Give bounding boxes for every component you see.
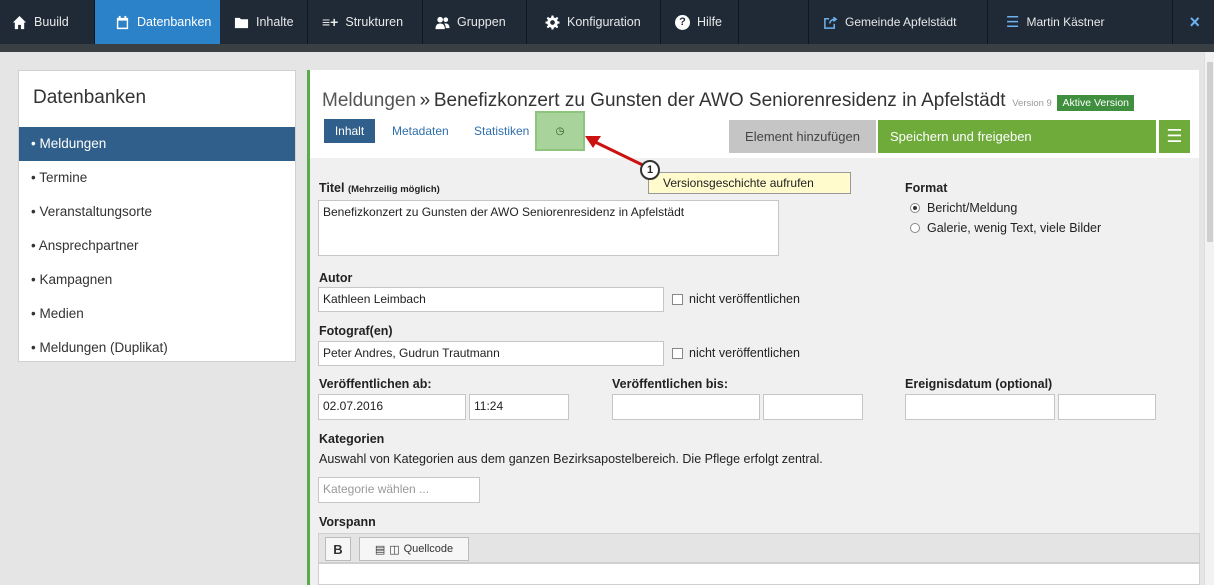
author-hide-checkbox[interactable]: nicht veröffentlichen (672, 292, 800, 306)
page-title: Meldungen » Benefizkonzert zu Gunsten de… (322, 90, 1135, 112)
sidebar-item-kampagnen[interactable]: • Kampagnen (19, 263, 295, 297)
sidebar-title: Datenbanken (33, 87, 147, 108)
menu-button[interactable]: ☰ (1158, 120, 1190, 153)
publish-to-time[interactable] (763, 394, 863, 420)
categories-description: Auswahl von Kategorien aus dem ganzen Be… (319, 452, 823, 466)
nav-hilfe[interactable]: ? Hilfe (661, 0, 739, 44)
publish-to-label: Veröffentlichen bis: (612, 377, 728, 391)
checkbox-icon (672, 293, 683, 305)
sidebar-item-veranstaltungsorte[interactable]: • Veranstaltungsorte (19, 195, 295, 229)
home-icon (12, 15, 27, 29)
main-panel: Meldungen » Benefizkonzert zu Gunsten de… (307, 70, 1199, 585)
nav-datenbanken[interactable]: Datenbanken (95, 0, 220, 44)
top-nav: Buuild Datenbanken Inhalte ≡+ Strukturen… (0, 0, 1214, 52)
lead-editor[interactable] (318, 563, 1200, 585)
format-option-bericht[interactable]: Bericht/Meldung (910, 201, 1017, 215)
format-label: Format (905, 181, 948, 195)
help-icon: ? (675, 14, 690, 30)
nav-buuild[interactable]: Buuild (0, 0, 95, 44)
tab-statistiken[interactable]: Statistiken (474, 124, 529, 138)
hamburger-icon: ☰ (1006, 14, 1020, 31)
checkbox-icon (672, 347, 683, 359)
author-input[interactable]: Kathleen Leimbach (318, 287, 664, 312)
users-icon (435, 16, 450, 29)
publish-from-label: Veröffentlichen ab: (319, 377, 432, 391)
sidebar-item-termine[interactable]: • Termine (19, 161, 295, 195)
code-icon: ◫ (389, 543, 400, 556)
event-date-input[interactable] (905, 394, 1055, 420)
sidebar-item-meldungen-duplikat[interactable]: • Meldungen (Duplikat) (19, 331, 295, 365)
categories-label: Kategorien (319, 432, 385, 446)
clock-icon: ◷ (555, 125, 565, 137)
radio-selected-icon (910, 203, 920, 213)
bold-button[interactable]: B (325, 537, 351, 561)
tab-inhalt[interactable]: Inhalt (324, 119, 375, 143)
clipboard-icon: ▤ (374, 543, 386, 556)
nav-gruppen[interactable]: Gruppen (423, 0, 527, 44)
sidebar-item-medien[interactable]: • Medien (19, 297, 295, 331)
record-title: Benefizkonzert zu Gunsten der AWO Senior… (433, 90, 1006, 111)
hamburger-icon: ☰ (1166, 126, 1183, 146)
nav-konfiguration[interactable]: Konfiguration (527, 0, 661, 44)
publish-to-date[interactable] (612, 394, 760, 420)
event-date-label: Ereignisdatum (optional) (905, 377, 1053, 391)
lead-label: Vorspann (319, 515, 376, 529)
sidebar-item-ansprechpartner[interactable]: • Ansprechpartner (19, 229, 295, 263)
structure-icon: ≡+ (322, 14, 339, 30)
gear-icon (545, 14, 560, 30)
status-badge: Aktive Version (1057, 95, 1135, 111)
folder-icon (234, 17, 249, 28)
close-icon[interactable]: × (1189, 12, 1200, 33)
sidebar-item-meldungen[interactable]: • Meldungen (19, 127, 295, 161)
event-time-input[interactable] (1058, 394, 1156, 420)
calendar-icon (116, 15, 129, 29)
nav-inhalte[interactable]: Inhalte (220, 0, 308, 44)
title-input[interactable]: Benefizkonzert zu Gunsten der AWO Senior… (318, 200, 779, 256)
photographer-hide-checkbox[interactable]: nicht veröffentlichen (672, 346, 800, 360)
nav-strukturen[interactable]: ≡+ Strukturen (308, 0, 423, 44)
publish-from-date[interactable]: 02.07.2016 (318, 394, 466, 420)
format-option-galerie[interactable]: Galerie, wenig Text, viele Bilder (910, 221, 1101, 235)
callout-tooltip: Versionsgeschichte aufrufen (648, 172, 851, 194)
sidebar: Datenbanken • Meldungen • Termine • Vera… (18, 70, 296, 362)
version-label: Version 9 (1012, 98, 1052, 109)
external-link-icon (824, 16, 838, 29)
nav-site[interactable]: Gemeinde Apfelstädt (808, 0, 988, 44)
callout-number: 1 (640, 160, 660, 180)
title-label: Titel (Mehrzeilig möglich) (319, 181, 440, 195)
editor-toolbar: B ▤ ◫ Quellcode (318, 533, 1200, 563)
author-label: Autor (319, 271, 353, 285)
photographer-label: Fotograf(en) (319, 324, 393, 338)
page-scrollbar[interactable] (1204, 52, 1214, 585)
add-element-button[interactable]: Element hinzufügen (729, 120, 876, 153)
category-select[interactable]: Kategorie wählen ... (318, 477, 480, 503)
tab-metadaten[interactable]: Metadaten (392, 124, 449, 138)
save-publish-button[interactable]: Speichern und freigeben (878, 120, 1156, 153)
publish-from-time[interactable]: 11:24 (469, 394, 569, 420)
photographer-input[interactable]: Peter Andres, Gudrun Trautmann (318, 341, 664, 366)
source-button[interactable]: ▤ ◫ Quellcode (359, 537, 469, 561)
nav-user[interactable]: ☰ Martin Kästner (988, 0, 1173, 44)
breadcrumb[interactable]: Meldungen (322, 90, 416, 111)
radio-icon (910, 223, 920, 233)
